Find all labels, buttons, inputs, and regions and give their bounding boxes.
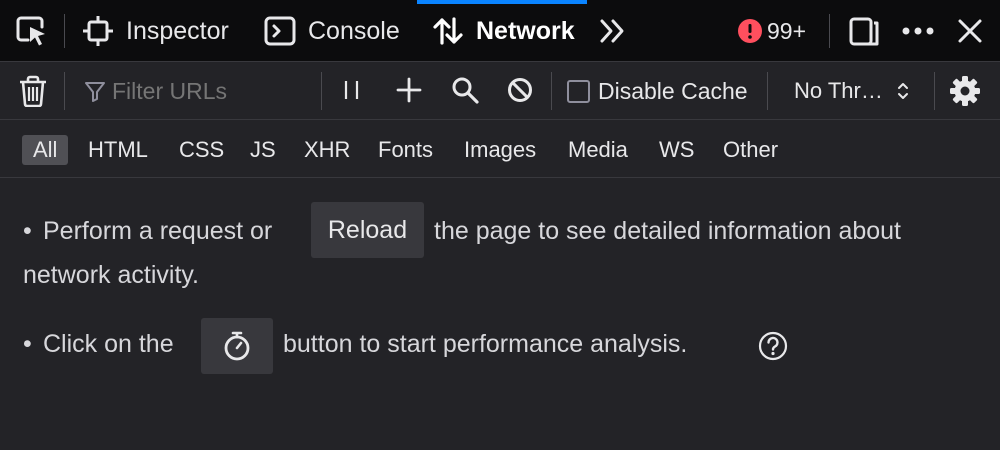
- new-request-button[interactable]: [396, 77, 422, 108]
- pause-button[interactable]: [340, 78, 364, 109]
- devtools-tabbar: Inspector Console Network 99+: [0, 0, 1000, 62]
- block-icon: [508, 78, 532, 102]
- error-count: 99+: [767, 17, 807, 44]
- console-icon: [264, 16, 296, 46]
- element-picker-button[interactable]: [14, 0, 52, 62]
- network-toolbar: Disable Cache No Thr…: [0, 62, 1000, 120]
- close-devtools-button[interactable]: [957, 0, 983, 62]
- bullet: •: [23, 217, 32, 245]
- more-tabs-button[interactable]: [598, 0, 628, 62]
- request-type-filters: All HTML CSS JS XHR Fonts Images Media W…: [0, 120, 1000, 178]
- responsive-design-icon: [849, 17, 879, 46]
- updown-chevron-icon: [898, 83, 908, 99]
- filter-media[interactable]: Media: [557, 135, 639, 165]
- notice-line2-pre: Click on the: [43, 330, 174, 358]
- gear-icon: [950, 76, 980, 106]
- options-menu-button[interactable]: [900, 0, 936, 62]
- element-picker-icon: [16, 16, 45, 46]
- filter-css[interactable]: CSS: [168, 135, 235, 165]
- more-horizontal-icon: [902, 27, 934, 35]
- filter-urls-input[interactable]: [112, 77, 312, 105]
- notice-line1-pre: Perform a request or: [43, 217, 273, 245]
- filter-other[interactable]: Other: [712, 135, 789, 165]
- stopwatch-icon: [224, 331, 250, 361]
- tab-network-label: Network: [476, 16, 575, 45]
- separator: [767, 72, 768, 110]
- search-icon: [452, 77, 479, 104]
- tab-inspector-label: Inspector: [126, 16, 229, 45]
- filter-urls-field[interactable]: [84, 74, 314, 108]
- filter-ws[interactable]: WS: [648, 135, 705, 165]
- checkbox-box[interactable]: [567, 79, 590, 103]
- filter-js[interactable]: JS: [239, 135, 287, 165]
- pause-icon: [344, 81, 359, 99]
- trash-icon: [20, 75, 46, 108]
- disable-cache-label: Disable Cache: [598, 77, 748, 104]
- separator: [64, 72, 65, 110]
- double-chevron-right-icon: [600, 19, 624, 43]
- disable-cache-checkbox[interactable]: Disable Cache: [567, 74, 748, 108]
- inspector-icon: [83, 16, 113, 46]
- request-blocking-button[interactable]: [507, 77, 533, 108]
- help-button[interactable]: [758, 331, 788, 366]
- tab-inspector[interactable]: Inspector: [82, 0, 229, 62]
- network-settings-button[interactable]: [949, 75, 981, 112]
- separator: [551, 72, 552, 110]
- separator: [934, 72, 935, 110]
- bullet: •: [23, 330, 32, 358]
- search-button[interactable]: [451, 76, 479, 109]
- filter-xhr[interactable]: XHR: [293, 135, 361, 165]
- separator: [321, 72, 322, 110]
- filter-all[interactable]: All: [22, 135, 69, 165]
- notice-line1-post: the page to see detailed information abo…: [434, 217, 902, 245]
- throttling-select[interactable]: No Thr…: [794, 74, 914, 108]
- error-count-badge[interactable]: 99+: [737, 0, 806, 62]
- filter-html[interactable]: HTML: [77, 135, 159, 165]
- filter-images[interactable]: Images: [453, 135, 547, 165]
- separator: [829, 14, 830, 48]
- plus-icon: [396, 77, 422, 103]
- separator: [64, 14, 65, 48]
- help-icon: [758, 331, 788, 361]
- responsive-design-button[interactable]: [848, 0, 880, 62]
- clear-button[interactable]: [18, 75, 48, 112]
- filter-fonts[interactable]: Fonts: [367, 135, 444, 165]
- reload-button[interactable]: Reload: [311, 202, 424, 258]
- tab-network[interactable]: Network: [432, 0, 575, 62]
- throttling-value: No Thr…: [794, 78, 883, 103]
- network-icon: [433, 17, 463, 45]
- notice-line2-post: button to start performance analysis.: [283, 330, 688, 358]
- tab-console[interactable]: Console: [264, 0, 400, 62]
- close-icon: [958, 19, 982, 43]
- error-icon: [738, 19, 762, 43]
- performance-analysis-button[interactable]: [201, 318, 273, 374]
- filter-icon: [85, 82, 105, 102]
- tab-console-label: Console: [308, 16, 400, 45]
- notice-line1-cont: network activity.: [23, 261, 199, 289]
